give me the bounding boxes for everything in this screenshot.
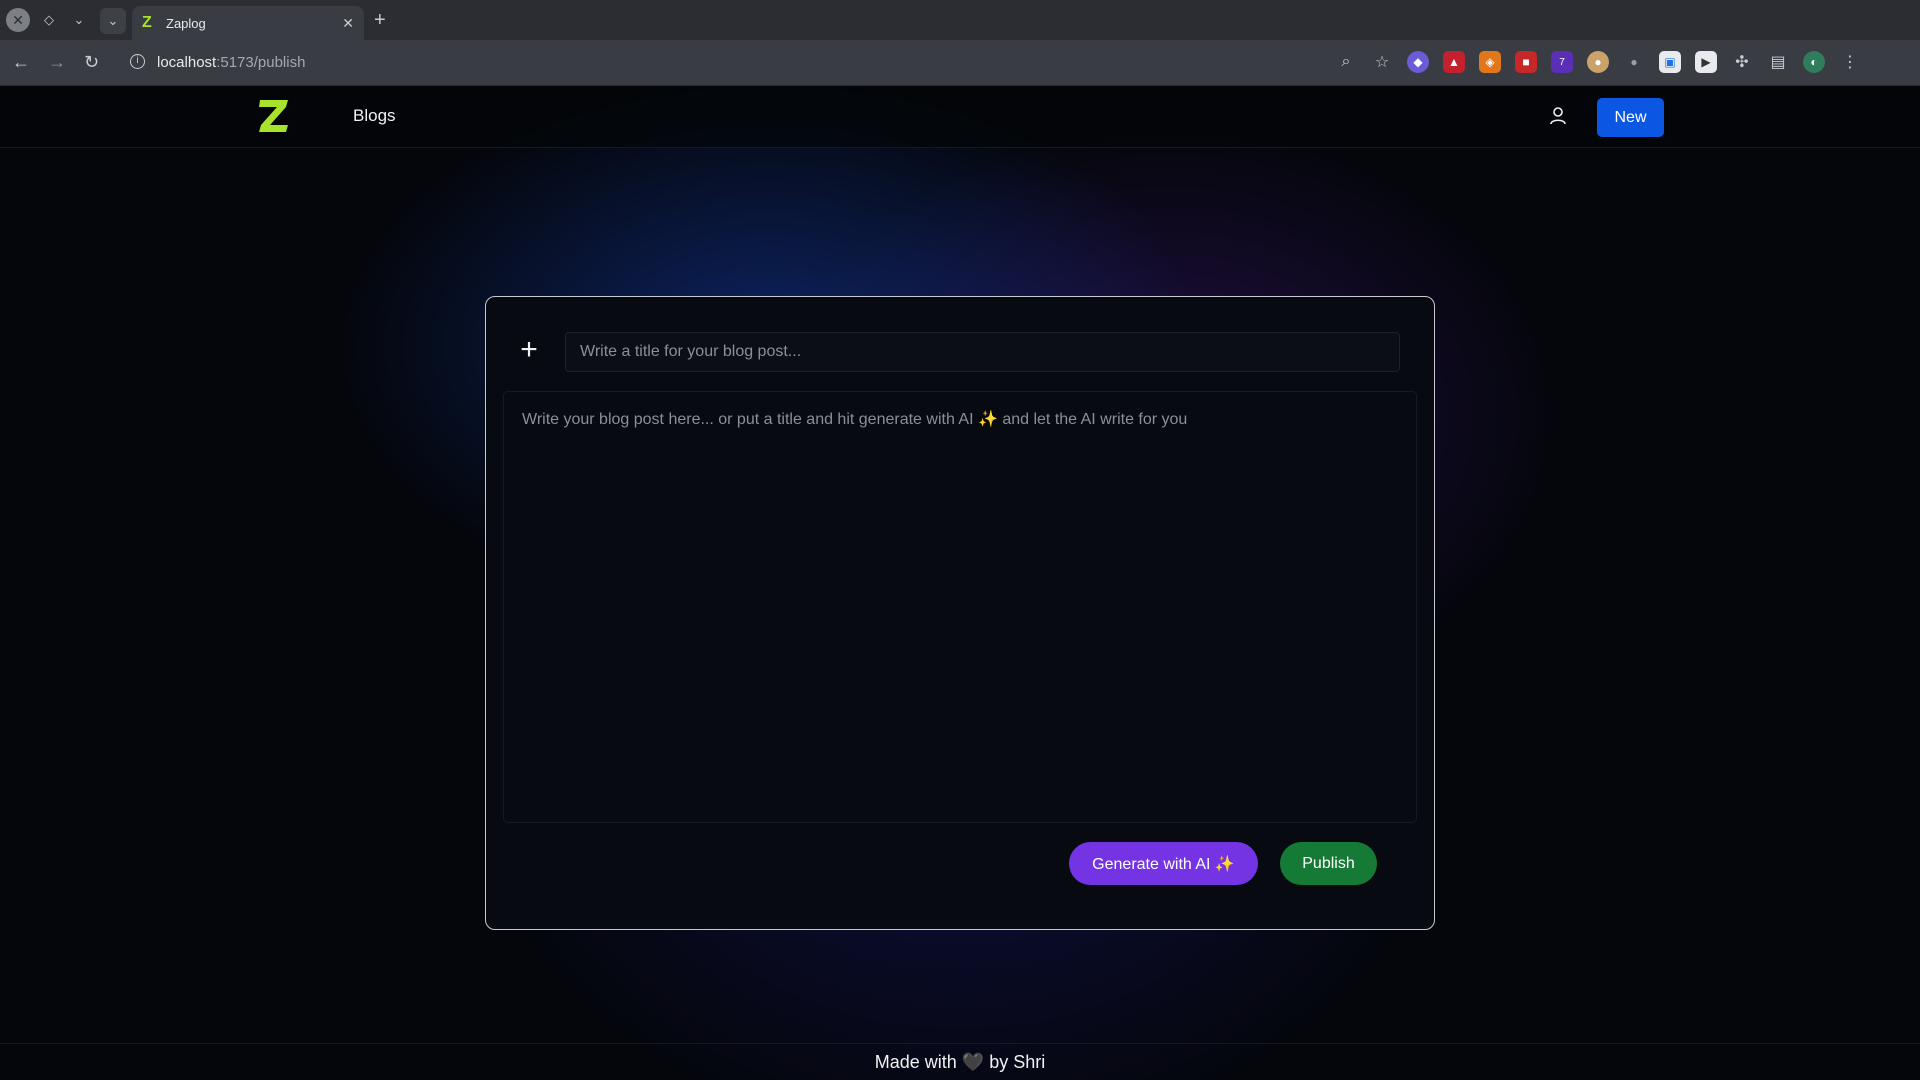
extension-badge-icon[interactable]: 7 — [1551, 51, 1573, 73]
heart-icon: 🖤 — [961, 1052, 985, 1072]
extensions-area: ⌕ ☆ ◆ ▲ ◈ ■ 7 ● ● ▣ ▶ ✣ ▤ ◐ ⋮ — [1335, 51, 1861, 73]
extension-fox-icon[interactable]: ◈ — [1479, 51, 1501, 73]
url-text[interactable]: localhost:5173/publish — [157, 54, 305, 71]
post-title-input[interactable] — [565, 332, 1400, 372]
footer-text-before: Made with — [874, 1052, 957, 1072]
reload-icon[interactable]: ↻ — [84, 52, 99, 73]
new-tab-icon[interactable]: + — [374, 9, 386, 32]
editor-card: + Generate with AI ✨ Publish — [485, 296, 1435, 930]
page: Blogs New + Generate with AI ✨ Publish M… — [0, 86, 1920, 1080]
extension-face-icon[interactable]: ● — [1587, 51, 1609, 73]
nav-link-blogs[interactable]: Blogs — [353, 106, 396, 126]
url-host: localhost — [157, 54, 217, 71]
window-close-icon[interactable]: ✕ — [6, 8, 30, 32]
extension-gray-icon[interactable]: ● — [1623, 51, 1645, 73]
tab-close-icon[interactable]: ✕ — [342, 15, 354, 32]
add-image-plus-icon[interactable]: + — [517, 335, 541, 365]
site-footer: Made with 🖤 by Shri — [0, 1043, 1920, 1080]
site-info-icon[interactable]: i — [130, 54, 145, 69]
extension-red-icon[interactable]: ■ — [1515, 51, 1537, 73]
url-path: :5173/publish — [216, 54, 306, 71]
browser-tab-strip: ✕ ◇ ⌄ ⌄ Z Zaplog ✕ + — [0, 0, 1920, 40]
browser-tab-zaplog[interactable]: Z Zaplog ✕ — [132, 6, 364, 40]
chevron-down-icon[interactable]: ⌄ — [67, 8, 91, 32]
bookmark-star-icon[interactable]: ☆ — [1371, 51, 1393, 73]
user-icon[interactable] — [1549, 106, 1567, 126]
tab-title: Zaplog — [166, 15, 206, 31]
side-panel-icon[interactable]: ▤ — [1767, 51, 1789, 73]
footer-text-after: by Shri — [989, 1052, 1046, 1072]
publish-button[interactable]: Publish — [1280, 842, 1377, 885]
new-post-button[interactable]: New — [1597, 98, 1664, 137]
back-icon[interactable]: ← — [12, 52, 30, 73]
tab-group-icon[interactable]: ◇ — [37, 8, 61, 32]
browser-menu-icon[interactable]: ⋮ — [1839, 51, 1861, 73]
tab-search-icon[interactable]: ⌄ — [100, 8, 126, 34]
zaplog-favicon-icon: Z — [142, 14, 152, 31]
extension-lock-icon[interactable]: ▲ — [1443, 51, 1465, 73]
extension-badge-count: 7 — [1559, 56, 1565, 68]
extensions-puzzle-icon[interactable]: ✣ — [1731, 51, 1753, 73]
zoom-icon[interactable]: ⌕ — [1335, 51, 1357, 73]
zaplog-logo-icon[interactable] — [256, 97, 292, 135]
generate-with-ai-button[interactable]: Generate with AI ✨ — [1069, 842, 1258, 885]
profile-avatar-icon[interactable]: ◐ — [1803, 51, 1825, 73]
site-header: Blogs New — [0, 86, 1920, 148]
browser-toolbar: ← → ↻ i localhost:5173/publish ⌕ ☆ ◆ ▲ ◈… — [0, 40, 1920, 86]
extension-window-icon[interactable]: ▣ — [1659, 51, 1681, 73]
post-body-textarea[interactable] — [503, 391, 1417, 823]
extension-cloud-icon[interactable]: ◆ — [1407, 51, 1429, 73]
forward-icon[interactable]: → — [48, 52, 66, 73]
extension-play-icon[interactable]: ▶ — [1695, 51, 1717, 73]
